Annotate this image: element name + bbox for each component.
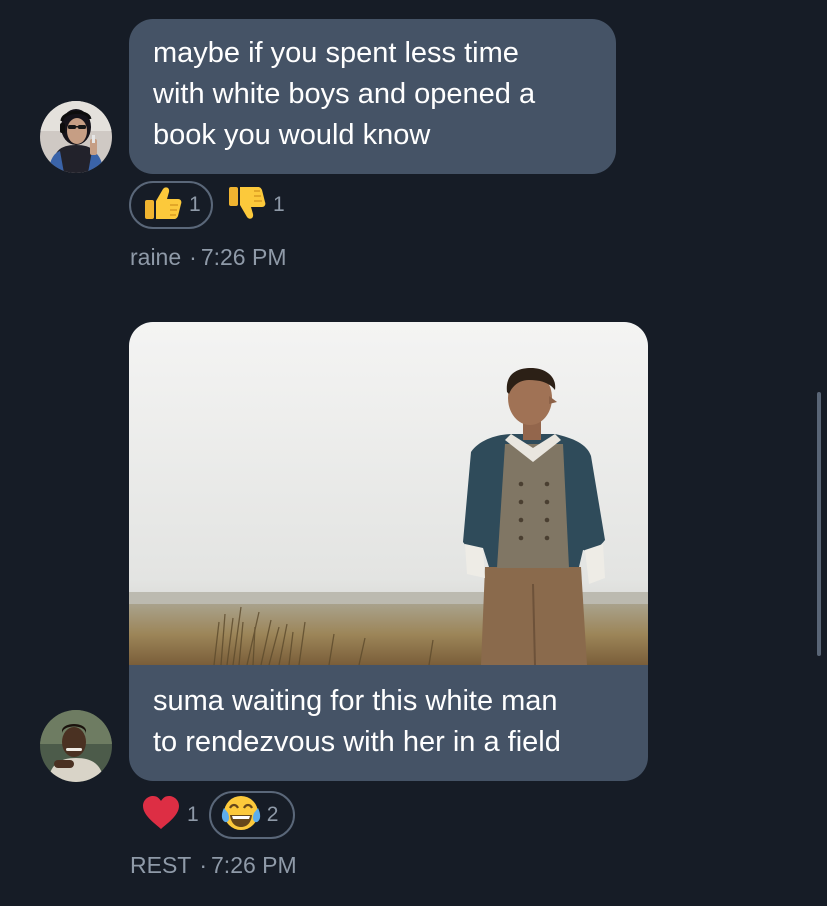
message-line: suma waiting for this white man (153, 685, 558, 717)
meta-separator: · (199, 852, 208, 878)
timestamp: 7:26 PM (211, 852, 297, 878)
avatar-raine-image (40, 101, 112, 173)
message-text: suma waiting for this white man to rende… (153, 681, 561, 763)
reaction-bar: 1 2 (129, 791, 295, 839)
avatar-rest-image (40, 710, 112, 782)
heart-icon (141, 795, 181, 836)
reaction-thumbs-up[interactable]: 1 (129, 181, 213, 229)
reaction-heart[interactable]: 1 (129, 791, 199, 839)
author-name[interactable]: raine (130, 244, 181, 270)
tears-of-joy-icon (221, 794, 261, 837)
meta-separator: · (189, 244, 197, 270)
reaction-count: 1 (189, 193, 201, 216)
reaction-thumbs-down[interactable]: 1 (223, 181, 285, 229)
reaction-count: 1 (273, 193, 285, 216)
thumbs-up-icon (143, 185, 183, 226)
image-message-bubble[interactable]: suma waiting for this white man to rende… (129, 322, 648, 781)
scrollbar[interactable] (817, 392, 821, 656)
message-bubble[interactable]: maybe if you spent less time with white … (129, 19, 616, 174)
reaction-tears-of-joy[interactable]: 2 (208, 791, 295, 839)
reaction-bar: 1 1 (129, 181, 285, 229)
attached-photo[interactable] (129, 322, 648, 666)
message-line: to rendezvous with her in a field (153, 726, 561, 758)
photo-image (129, 322, 648, 666)
message-meta: raine · 7:26 PM (130, 244, 286, 271)
avatar-raine[interactable] (40, 101, 112, 173)
reaction-count: 1 (187, 803, 199, 826)
thumbs-down-icon (227, 185, 267, 226)
message-meta: REST · 7:26 PM (130, 852, 297, 879)
author-name[interactable]: REST (130, 852, 191, 878)
message-line: maybe if you spent less time (153, 37, 519, 69)
message-line: book you would know (153, 119, 431, 151)
message-line: with white boys and opened a (153, 78, 536, 110)
avatar-rest[interactable] (40, 710, 112, 782)
reaction-count: 2 (266, 803, 279, 826)
timestamp: 7:26 PM (200, 244, 287, 270)
message-text: maybe if you spent less time with white … (153, 33, 592, 156)
